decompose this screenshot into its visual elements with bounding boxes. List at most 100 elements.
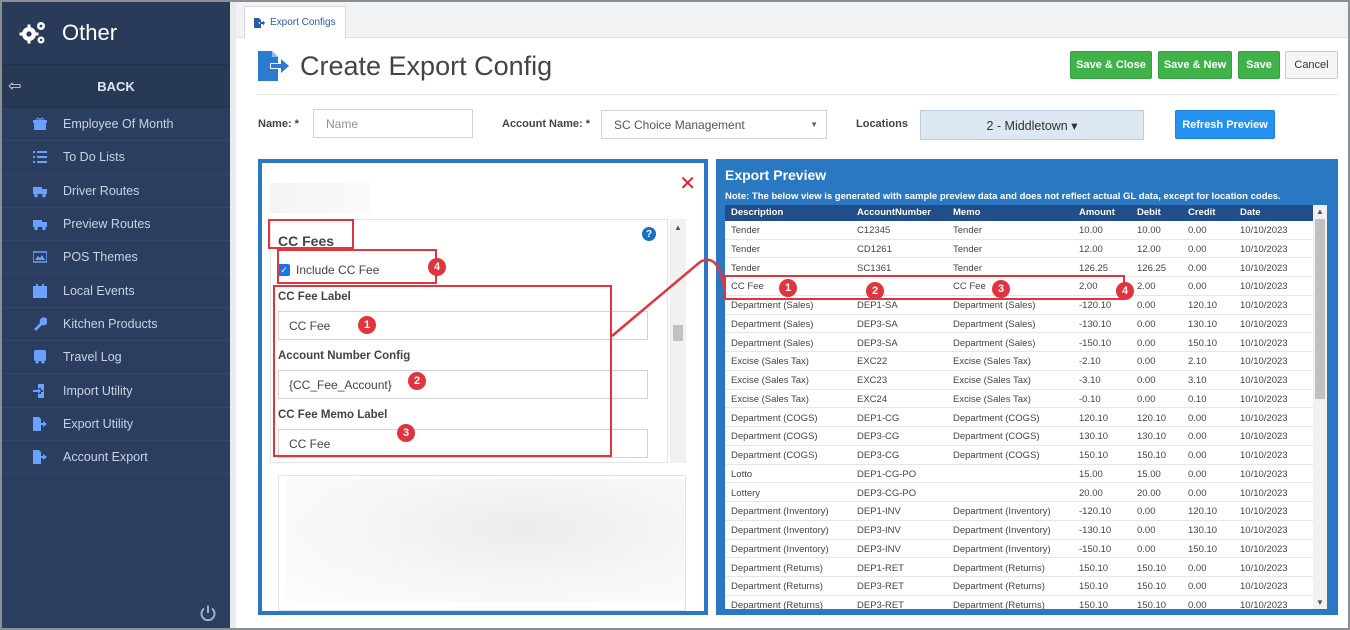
table-cell: Lottery — [731, 487, 761, 499]
table-cell: Department (Sales) — [953, 300, 1036, 311]
sidebar-title: Other — [62, 20, 118, 45]
sidebar-item-driver-routes[interactable]: Driver Routes — [2, 175, 230, 208]
table-cell: -2.10 — [1079, 356, 1101, 368]
scroll-thumb[interactable] — [1315, 219, 1325, 399]
table-cell: 0.00 — [1188, 262, 1207, 274]
close-icon[interactable]: ✕ — [679, 171, 696, 196]
sidebar-item-export-utility[interactable]: Export Utility — [2, 408, 230, 441]
table-cell: DEP3-RET — [857, 581, 904, 593]
badge-1: 1 — [358, 316, 376, 334]
wrench-icon — [32, 317, 48, 331]
sidebar-item-account-export[interactable]: Account Export — [2, 441, 230, 475]
back-arrow-icon: ⇦ — [8, 78, 22, 95]
column-header[interactable]: AccountNumber — [857, 207, 931, 218]
account-name-label: Account Name: * — [502, 118, 591, 130]
table-cell: 150.10 — [1137, 562, 1167, 574]
table-cell: 10/10/2023 — [1240, 468, 1288, 480]
table-cell: Tender — [953, 262, 983, 274]
back-button[interactable]: ⇦ BACK — [2, 64, 230, 108]
sidebar-item-pos-themes[interactable]: POS Themes — [2, 241, 230, 275]
sidebar-item-local-events[interactable]: Local Events — [2, 274, 230, 308]
save-close-button[interactable]: Save & Close — [1070, 51, 1152, 79]
table-cell: -120.10 — [1079, 300, 1112, 311]
column-header[interactable]: Description — [731, 207, 783, 218]
table-row: Lotto DEP1-CG-PO 15.00 15.00 0.00 10/10/2023 — [725, 465, 1313, 484]
column-header[interactable]: Credit — [1188, 207, 1215, 218]
table-cell: Department (Sales) — [731, 318, 814, 330]
table-cell: 10/10/2023 — [1240, 525, 1288, 536]
table-cell: 126.25 — [1137, 262, 1167, 274]
table-cell: DEP3-CG — [857, 450, 900, 461]
scroll-up-icon[interactable]: ▲ — [674, 223, 682, 232]
table-row: Department (Inventory) DEP3-INV Department… — [725, 521, 1313, 540]
table-cell: DEP3-SA — [857, 337, 898, 349]
locations-dropdown[interactable]: 2 - Middletown ▾ — [920, 110, 1144, 140]
column-header[interactable]: Memo — [953, 207, 980, 218]
table-cell: EXC23 — [857, 375, 888, 386]
sidebar-item-kitchen-products[interactable]: Kitchen Products — [2, 308, 230, 342]
table-cell: C12345 — [857, 225, 891, 236]
table-cell: Excise (Sales Tax) — [953, 375, 1031, 386]
power-icon[interactable] — [199, 604, 217, 622]
table-row: Excise (Sales Tax) EXC22 Excise (Sales Tax… — [725, 352, 1313, 371]
table-cell: Department (COGS) — [731, 431, 818, 443]
column-header[interactable]: Amount — [1079, 207, 1115, 218]
badge-2: 2 — [866, 282, 884, 300]
table-cell: 130.10 — [1188, 318, 1218, 330]
sidebar-item-import-utility[interactable]: Import Utility — [2, 374, 230, 408]
table-cell: DEP1-RET — [857, 562, 904, 574]
name-input[interactable]: Name — [313, 109, 473, 138]
table-row: Tender CD1261 Tender 12.00 12.00 0.00 10/10/20… — [725, 240, 1313, 259]
save-new-button[interactable]: Save & New — [1158, 51, 1232, 79]
truck-icon — [32, 217, 48, 231]
table-scrollbar[interactable]: ▲ ▼ — [1313, 205, 1327, 609]
table-cell: Department (COGS) — [731, 450, 818, 461]
table-cell: Department (Inventory) — [953, 525, 1051, 536]
blurred-content — [270, 183, 370, 213]
table-cell: 0.00 — [1137, 506, 1156, 518]
sidebar-item-travel-log[interactable]: Travel Log — [2, 341, 230, 375]
tab-bar: Export Configs — [236, 2, 1348, 38]
table-cell: 20.00 — [1079, 487, 1103, 499]
table-cell: Department (Returns) — [731, 581, 823, 593]
table-cell: 0.00 — [1188, 468, 1207, 480]
save-button[interactable]: Save — [1238, 51, 1280, 79]
table-cell: Excise (Sales Tax) — [731, 393, 809, 405]
cancel-button[interactable]: Cancel — [1285, 51, 1338, 79]
table-row: Department (Sales) DEP3-SA Department (Sal… — [725, 315, 1313, 334]
export-icon — [32, 416, 48, 431]
sidebar-item-label: Kitchen Products — [63, 316, 158, 331]
export-preview-title: Export Preview — [725, 167, 827, 183]
scroll-up-icon[interactable]: ▲ — [1316, 207, 1324, 216]
table-row: Department (COGS) DEP3-CG Department (COGS… — [725, 446, 1313, 465]
column-header[interactable]: Date — [1240, 207, 1261, 218]
badge-1: 1 — [779, 279, 797, 297]
table-cell: 15.00 — [1137, 468, 1161, 480]
panel-scrollbar[interactable]: ▲ — [670, 219, 686, 463]
table-row: Department (Inventory) DEP3-INV Department… — [725, 540, 1313, 559]
table-cell: -150.10 — [1079, 543, 1112, 555]
export-doc-icon — [258, 51, 289, 81]
table-cell: DEP1-INV — [857, 506, 901, 518]
table-cell: 12.00 — [1079, 243, 1103, 255]
table-cell: 10/10/2023 — [1240, 356, 1288, 368]
table-cell: DEP1-CG — [857, 412, 900, 424]
account-name-select[interactable]: SC Choice Management ▼ — [601, 110, 827, 139]
scroll-thumb[interactable] — [673, 325, 683, 341]
help-icon[interactable]: ? — [642, 227, 656, 241]
refresh-preview-button[interactable]: Refresh Preview — [1175, 110, 1275, 139]
sidebar-item-to-do-lists[interactable]: To Do Lists — [2, 141, 230, 175]
table-cell: 2.00 — [1137, 281, 1156, 293]
sidebar-item-employee-of-month[interactable]: Employee Of Month — [2, 108, 230, 142]
table-cell: 0.00 — [1137, 375, 1156, 386]
table-cell: EXC24 — [857, 393, 888, 405]
tab-export-configs[interactable]: Export Configs — [244, 6, 346, 38]
table-cell: 0.00 — [1188, 487, 1207, 499]
scroll-down-icon[interactable]: ▼ — [1316, 598, 1324, 607]
sidebar-item-preview-routes[interactable]: Preview Routes — [2, 208, 230, 242]
table-cell: 0.00 — [1188, 243, 1207, 255]
column-header[interactable]: Debit — [1137, 207, 1161, 218]
sidebar-item-label: Employee Of Month — [63, 117, 174, 132]
badge-2: 2 — [408, 372, 426, 390]
table-cell: DEP3-INV — [857, 525, 901, 536]
